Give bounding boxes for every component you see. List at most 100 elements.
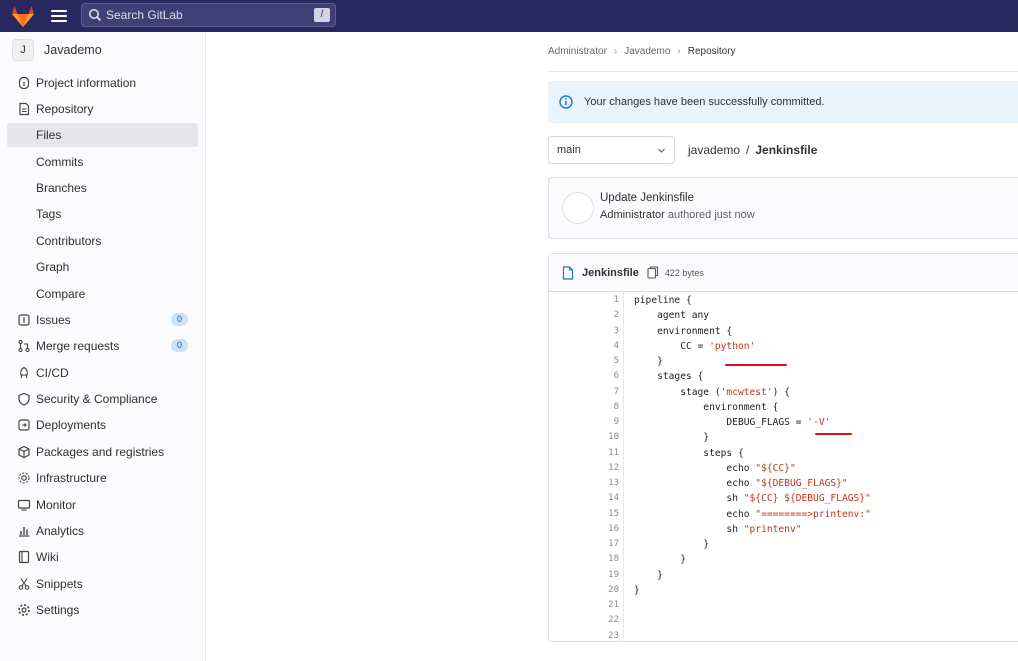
code-view: 1 2 3 4 5 6 7 8 9 10 11 12 13 14 15 16 17 18 19 20 21 22 23 pi… bbox=[549, 292, 1018, 642]
code-line: steps { bbox=[634, 447, 744, 459]
book-icon bbox=[18, 550, 30, 564]
line-number[interactable]: 23 bbox=[549, 631, 619, 641]
chevron-right-icon: › bbox=[677, 46, 681, 57]
path-directory-link[interactable]: javademo bbox=[688, 143, 740, 157]
breadcrumb: Administrator › Javademo › Repository bbox=[548, 46, 736, 57]
commit-title-link[interactable]: Update Jenkinsfile bbox=[600, 192, 694, 204]
line-number[interactable]: 2 bbox=[549, 310, 619, 320]
code-line: stages { bbox=[634, 371, 704, 383]
code-line: echo "${CC}" bbox=[634, 462, 796, 474]
cloud-gear-icon bbox=[18, 472, 30, 484]
sidebar-item-label: Tags bbox=[36, 207, 62, 221]
sidebar-subitem-contributors[interactable]: Contributors bbox=[7, 229, 198, 253]
copy-icon[interactable] bbox=[647, 266, 659, 279]
sidebar-item-label: Project information bbox=[36, 76, 137, 90]
line-number[interactable]: 19 bbox=[549, 570, 619, 580]
info-circle-icon bbox=[559, 95, 573, 109]
line-number[interactable]: 3 bbox=[549, 326, 619, 336]
sidebar-item-label: Branches bbox=[36, 181, 87, 195]
code-line: agent any bbox=[634, 310, 710, 322]
gitlab-logo-icon[interactable] bbox=[10, 4, 36, 28]
sidebar-item-ci-cd[interactable]: CI/CD bbox=[7, 361, 198, 385]
code-line: } bbox=[634, 539, 710, 550]
line-number[interactable]: 10 bbox=[549, 432, 619, 442]
settings-icon bbox=[18, 604, 30, 616]
file-size: 422 bytes bbox=[664, 267, 704, 278]
line-number[interactable]: 21 bbox=[549, 600, 619, 610]
hamburger-menu-icon[interactable] bbox=[51, 8, 67, 24]
shield-icon bbox=[18, 392, 30, 406]
sidebar-subitem-commits[interactable]: Commits bbox=[7, 150, 198, 174]
line-number-gutter: 1 2 3 4 5 6 7 8 9 10 11 12 13 14 15 16 17 18 19 20 21 22 23 bbox=[549, 292, 624, 642]
sidebar-item-monitor[interactable]: Monitor bbox=[7, 493, 198, 517]
sidebar-item-security-compliance[interactable]: Security & Compliance bbox=[7, 387, 198, 411]
line-number[interactable]: 4 bbox=[549, 341, 619, 351]
file-viewer: Jenkinsfile 422 bytes 1 2 3 4 5 6 7 8 9 10 11 12 13 1… bbox=[548, 253, 1018, 642]
line-number[interactable]: 5 bbox=[549, 356, 619, 366]
red-annotation-underline bbox=[725, 364, 787, 366]
info-icon bbox=[18, 76, 30, 90]
sidebar-item-settings[interactable]: Settings bbox=[7, 598, 198, 622]
sidebar-item-merge-requests[interactable]: Merge requests 0 bbox=[7, 334, 198, 358]
sidebar-item-label: Infrastructure bbox=[36, 471, 107, 485]
line-number[interactable]: 1 bbox=[549, 295, 619, 305]
avatar[interactable] bbox=[562, 192, 594, 224]
breadcrumb-item[interactable]: Repository bbox=[688, 46, 736, 57]
sidebar-subitem-files[interactable]: Files bbox=[7, 123, 198, 147]
sidebar-item-snippets[interactable]: Snippets bbox=[7, 572, 198, 596]
sidebar-item-label: Deployments bbox=[36, 418, 107, 432]
sidebar-item-repository[interactable]: Repository bbox=[7, 97, 198, 121]
search-shortcut-key: / bbox=[314, 8, 330, 22]
chevron-down-icon bbox=[658, 148, 665, 153]
breadcrumb-item[interactable]: Administrator bbox=[548, 46, 607, 57]
line-number[interactable]: 8 bbox=[549, 402, 619, 412]
sidebar-subitem-branches[interactable]: Branches bbox=[7, 176, 198, 200]
red-annotation-underline bbox=[815, 433, 852, 435]
line-number[interactable]: 18 bbox=[549, 554, 619, 564]
issues-icon bbox=[18, 314, 30, 326]
branch-dropdown[interactable]: main bbox=[548, 136, 675, 164]
code-line: echo "========>printenv:" bbox=[634, 508, 871, 520]
line-number[interactable]: 17 bbox=[549, 539, 619, 549]
line-number[interactable]: 22 bbox=[549, 615, 619, 625]
project-name: Javademo bbox=[44, 43, 102, 57]
line-number[interactable]: 16 bbox=[549, 524, 619, 534]
search-input[interactable] bbox=[104, 7, 304, 23]
sidebar-item-label: Analytics bbox=[36, 524, 85, 538]
line-number[interactable]: 6 bbox=[549, 371, 619, 381]
line-number[interactable]: 11 bbox=[549, 448, 619, 458]
sidebar-item-analytics[interactable]: Analytics bbox=[7, 519, 198, 543]
sidebar-item-packages-and-registries[interactable]: Packages and registries bbox=[7, 440, 198, 464]
sidebar: J Javademo Project information Repository… bbox=[0, 32, 206, 661]
sidebar-item-label: Repository bbox=[36, 102, 94, 116]
file-path: javademo / Jenkinsfile bbox=[688, 143, 817, 157]
commit-author-link[interactable]: Administrator bbox=[600, 209, 665, 221]
code-line: } bbox=[634, 554, 686, 566]
line-number[interactable]: 14 bbox=[549, 493, 619, 503]
sidebar-item-label: Packages and registries bbox=[36, 445, 165, 459]
breadcrumb-item[interactable]: Javademo bbox=[624, 46, 670, 57]
count-badge: 0 bbox=[171, 313, 188, 326]
divider bbox=[548, 71, 1018, 72]
sidebar-item-label: Settings bbox=[36, 603, 80, 617]
sidebar-item-wiki[interactable]: Wiki bbox=[7, 545, 198, 569]
line-number[interactable]: 9 bbox=[549, 417, 619, 427]
sidebar-item-issues[interactable]: Issues 0 bbox=[7, 308, 198, 332]
line-number[interactable]: 12 bbox=[549, 463, 619, 473]
sidebar-item-label: Snippets bbox=[36, 577, 83, 591]
line-number[interactable]: 7 bbox=[549, 387, 619, 397]
code-line: pipeline { bbox=[634, 295, 692, 306]
sidebar-subitem-graph[interactable]: Graph bbox=[7, 255, 198, 279]
search-box[interactable]: / bbox=[81, 3, 336, 27]
line-number[interactable]: 15 bbox=[549, 509, 619, 519]
chart-icon bbox=[19, 527, 30, 537]
sidebar-subitem-tags[interactable]: Tags bbox=[7, 202, 198, 226]
project-header[interactable]: J Javademo bbox=[12, 39, 102, 61]
sidebar-subitem-compare[interactable]: Compare bbox=[7, 282, 198, 306]
sidebar-item-deployments[interactable]: Deployments bbox=[7, 413, 198, 437]
sidebar-item-project-information[interactable]: Project information bbox=[7, 71, 198, 95]
line-number[interactable]: 13 bbox=[549, 478, 619, 488]
line-number[interactable]: 20 bbox=[549, 585, 619, 595]
code-line: DEBUG_FLAGS = '-V' bbox=[634, 417, 831, 428]
sidebar-item-infrastructure[interactable]: Infrastructure bbox=[7, 466, 198, 490]
